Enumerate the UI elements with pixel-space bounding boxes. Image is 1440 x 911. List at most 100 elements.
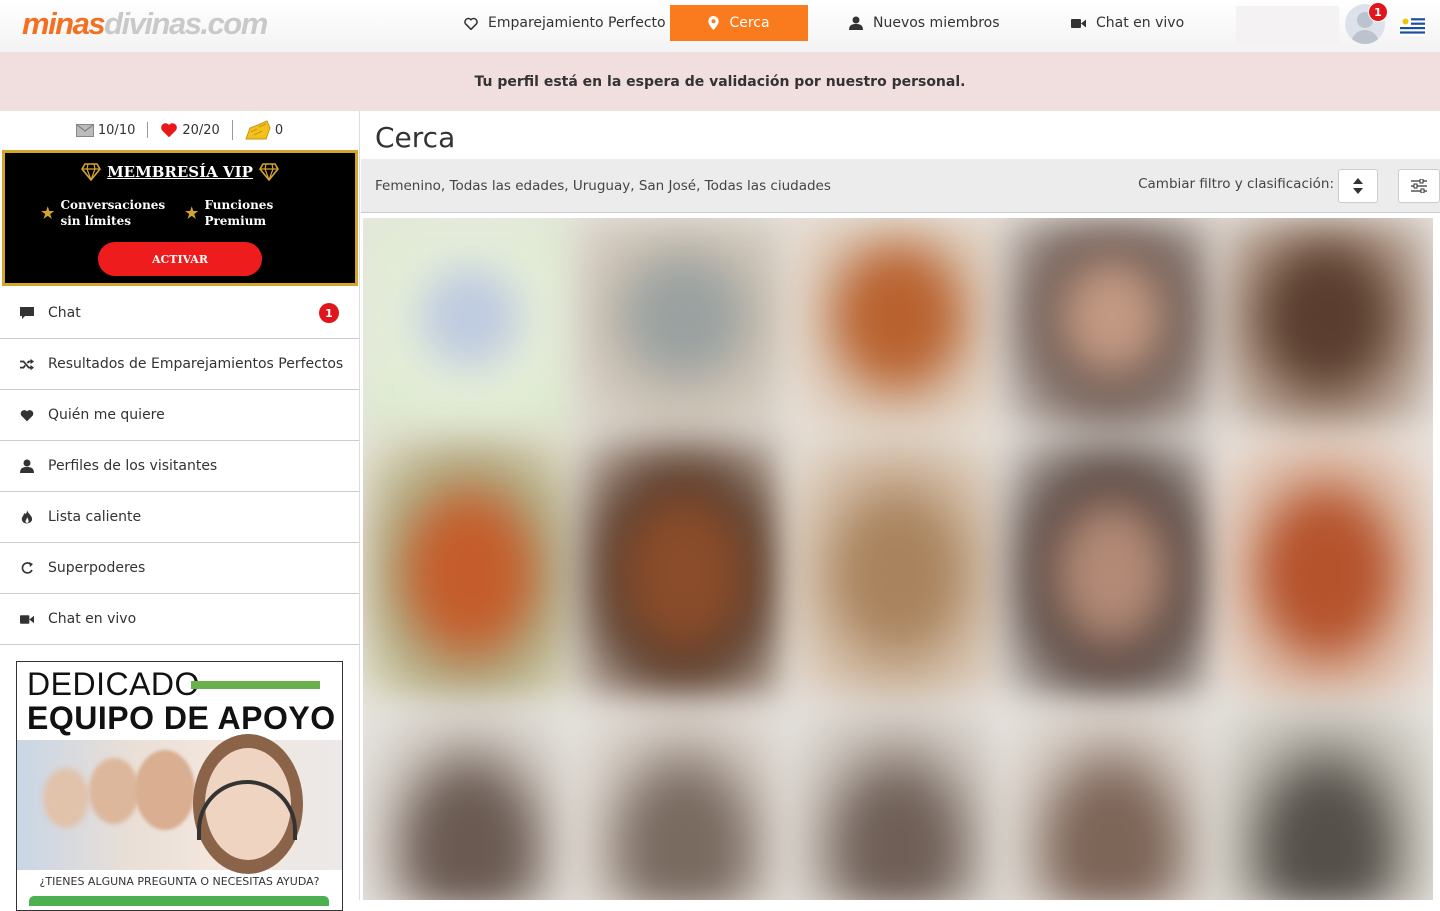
notification-badge[interactable]: 1 — [1368, 2, 1388, 22]
user-icon — [849, 16, 863, 30]
likes-count: 20/20 — [182, 122, 220, 138]
sliders-icon — [1411, 179, 1427, 193]
activate-vip-button[interactable]: ACTIVAR — [98, 242, 262, 276]
profile-card[interactable] — [791, 708, 1005, 900]
sidebar-item-label: Chat en vivo — [48, 611, 137, 627]
vip-title-row: MEMBRESÍA VIP — [5, 163, 355, 181]
username-box[interactable] — [1236, 6, 1339, 44]
validation-banner: Tu perfil está en la espera de validació… — [0, 52, 1440, 111]
video-camera-icon — [1071, 18, 1086, 28]
coins-icon — [245, 120, 271, 140]
profile-card[interactable] — [1219, 218, 1433, 438]
support-heading-line1: DEDICADO — [27, 666, 200, 702]
sidebar-item-chat[interactable]: Chat 1 — [0, 288, 359, 339]
vip-feature-text: Funciones Premium — [204, 198, 274, 228]
nav-label: Cerca — [729, 15, 770, 31]
filter-label: Cambiar filtro y clasificación: — [1138, 176, 1334, 192]
sort-button[interactable] — [1338, 169, 1378, 203]
sidebar-item-perfect-matches[interactable]: Resultados de Emparejamientos Perfectos — [0, 339, 359, 390]
sidebar-item-hot-list[interactable]: Lista caliente — [0, 492, 359, 543]
profile-card[interactable] — [1219, 438, 1433, 708]
nav-label: Chat en vivo — [1096, 15, 1185, 31]
map-pin-icon — [708, 16, 720, 30]
profile-card[interactable] — [577, 708, 791, 900]
sidebar-item-label: Chat — [48, 305, 81, 321]
profile-card[interactable] — [363, 708, 577, 900]
diamond-icon — [258, 163, 279, 181]
messages-count: 10/10 — [97, 122, 136, 138]
profile-card[interactable] — [1005, 438, 1219, 708]
support-question: ¿TIENES ALGUNA PREGUNTA O NECESITAS AYUD… — [39, 875, 320, 888]
envelope-icon — [75, 123, 94, 137]
sidebar-item-who-likes-me[interactable]: Quién me quiere — [0, 390, 359, 441]
nav-perfect-match[interactable]: Emparejamiento Perfecto — [464, 5, 666, 41]
sort-icon — [1353, 178, 1363, 194]
profile-card[interactable] — [363, 218, 577, 438]
profile-card[interactable] — [577, 218, 791, 438]
vip-membership-box: MEMBRESÍA VIP ★ Conversaciones sin límit… — [2, 150, 358, 286]
user-icon — [20, 459, 34, 473]
profile-card[interactable] — [577, 438, 791, 708]
person-face — [135, 750, 195, 830]
heart-icon — [20, 408, 34, 422]
sidebar-item-label: Perfiles de los visitantes — [48, 458, 218, 474]
nav-new-members[interactable]: Nuevos miembros — [849, 5, 1000, 41]
sidebar-menu: Chat 1 Resultados de Emparejamientos Per… — [0, 288, 359, 645]
sidebar-item-label: Superpoderes — [48, 560, 146, 576]
coins-count: 0 — [274, 122, 284, 138]
vip-feature-unlimited: ★ Conversaciones sin límites — [41, 197, 181, 229]
profile-card[interactable] — [363, 438, 577, 708]
nav-nearby[interactable]: Cerca — [670, 5, 808, 41]
support-contact-button[interactable] — [29, 896, 329, 906]
filter-bar: Femenino, Todas las edades, Uruguay, San… — [361, 159, 1440, 213]
vip-title: MEMBRESÍA VIP — [107, 163, 253, 181]
person-face — [43, 768, 89, 828]
flame-icon — [20, 509, 34, 524]
nav-live-chat[interactable]: Chat en vivo — [1071, 5, 1184, 41]
support-heading-line2: EQUIPO DE APOYO — [27, 700, 336, 736]
sidebar-item-label: Lista caliente — [48, 509, 142, 525]
profile-card[interactable] — [1219, 708, 1433, 900]
chat-badge: 1 — [319, 303, 339, 323]
nav-label: Emparejamiento Perfecto — [488, 15, 666, 31]
site-logo[interactable]: minasdivinas.com — [22, 6, 268, 42]
sidebar-item-superpowers[interactable]: Superpoderes — [0, 543, 359, 594]
main-content: Cerca Femenino, Todas las edades, Urugua… — [361, 111, 1440, 900]
star-icon: ★ — [185, 204, 199, 222]
logo-text-part1: minas — [22, 6, 106, 41]
star-icon: ★ — [41, 204, 55, 222]
vip-feature-premium: ★ Funciones Premium — [185, 197, 295, 229]
sidebar-item-visitors[interactable]: Perfiles de los visitantes — [0, 441, 359, 492]
stats-row: 10/10 20/20 0 — [0, 111, 359, 149]
nav-label: Nuevos miembros — [873, 15, 1000, 31]
filter-settings-button[interactable] — [1398, 169, 1440, 203]
profile-card[interactable] — [1005, 218, 1219, 438]
shuffle-icon — [20, 357, 34, 371]
coins-stat[interactable]: 0 — [231, 120, 295, 140]
messages-stat[interactable]: 10/10 — [64, 123, 147, 138]
sidebar-item-label: Quién me quiere — [48, 407, 165, 423]
video-camera-icon — [20, 612, 34, 626]
logo-text-part2: divinas.com — [104, 6, 268, 41]
profile-card[interactable] — [791, 218, 1005, 438]
vip-feature-text: Conversaciones sin límites — [60, 198, 166, 228]
profile-card[interactable] — [1005, 708, 1219, 900]
support-team-photo — [17, 734, 342, 874]
page-title: Cerca — [375, 121, 456, 154]
diamond-icon — [81, 163, 102, 181]
top-header: minasdivinas.com Emparejamiento Perfecto… — [0, 0, 1440, 52]
banner-text: Tu perfil está en la espera de validació… — [474, 73, 966, 90]
sidebar-item-label: Resultados de Emparejamientos Perfectos — [48, 356, 344, 372]
likes-stat[interactable]: 20/20 — [147, 122, 231, 138]
sidebar-item-live-chat[interactable]: Chat en vivo — [0, 594, 359, 645]
uruguay-flag-icon[interactable] — [1400, 16, 1425, 36]
support-green-bar — [191, 681, 320, 689]
support-team-ad[interactable]: DEDICADO EQUIPO DE APOYO ¿TIENES ALGUNA … — [16, 661, 343, 911]
avatar-body — [1351, 30, 1379, 44]
sidebar: 10/10 20/20 0 MEMBRESÍA VIP ★ Conversaci… — [0, 111, 360, 911]
chat-bubble-icon — [20, 306, 34, 320]
person-face — [89, 758, 139, 824]
profile-card[interactable] — [791, 438, 1005, 708]
heart-icon — [161, 123, 178, 138]
heart-outline-icon — [464, 17, 478, 30]
